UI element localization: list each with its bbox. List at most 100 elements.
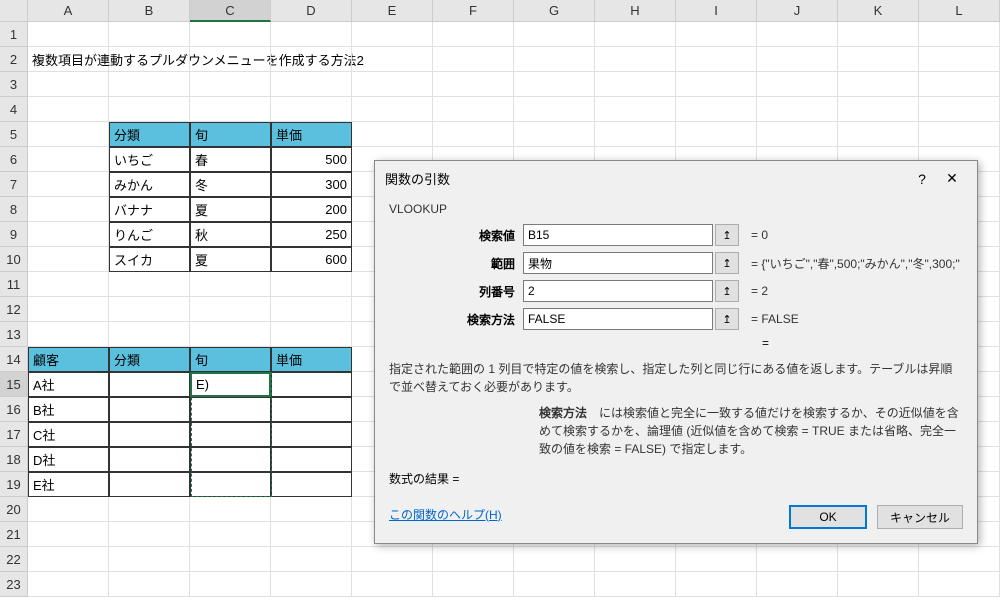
cell-C10[interactable]: 夏 xyxy=(190,247,271,272)
cell-C6[interactable]: 春 xyxy=(190,147,271,172)
column-header-A[interactable]: A xyxy=(28,0,109,22)
cell-K22[interactable] xyxy=(838,547,919,572)
ok-button[interactable]: OK xyxy=(789,505,867,529)
cell-C17[interactable] xyxy=(190,422,271,447)
cell-B4[interactable] xyxy=(109,97,190,122)
cell-L1[interactable] xyxy=(919,22,1000,47)
column-header-C[interactable]: C xyxy=(190,0,271,22)
cell-E23[interactable] xyxy=(352,572,433,597)
cell-L3[interactable] xyxy=(919,72,1000,97)
cell-J3[interactable] xyxy=(757,72,838,97)
row-header-1[interactable]: 1 xyxy=(0,22,28,47)
cell-A17[interactable]: C社 xyxy=(28,422,109,447)
row-header-4[interactable]: 4 xyxy=(0,97,28,122)
cell-J5[interactable] xyxy=(757,122,838,147)
cell-C5[interactable]: 旬 xyxy=(190,122,271,147)
cell-C11[interactable] xyxy=(190,272,271,297)
close-icon[interactable]: ✕ xyxy=(937,170,967,187)
cell-D3[interactable] xyxy=(271,72,352,97)
row-header-9[interactable]: 9 xyxy=(0,222,28,247)
cell-C8[interactable]: 夏 xyxy=(190,197,271,222)
cell-B2[interactable] xyxy=(109,47,190,72)
cell-C14[interactable]: 旬 xyxy=(190,347,271,372)
cell-D15[interactable] xyxy=(271,372,352,397)
cancel-button[interactable]: キャンセル xyxy=(877,505,963,529)
row-header-22[interactable]: 22 xyxy=(0,547,28,572)
cell-B6[interactable]: いちご xyxy=(109,147,190,172)
cell-L23[interactable] xyxy=(919,572,1000,597)
cell-E22[interactable] xyxy=(352,547,433,572)
cell-J4[interactable] xyxy=(757,97,838,122)
cell-C4[interactable] xyxy=(190,97,271,122)
cell-F2[interactable] xyxy=(433,47,514,72)
row-header-10[interactable]: 10 xyxy=(0,247,28,272)
row-header-2[interactable]: 2 xyxy=(0,47,28,72)
arg-input-2[interactable] xyxy=(523,280,713,302)
cell-H2[interactable] xyxy=(595,47,676,72)
cell-B8[interactable]: バナナ xyxy=(109,197,190,222)
cell-D17[interactable] xyxy=(271,422,352,447)
column-header-J[interactable]: J xyxy=(757,0,838,22)
cell-G23[interactable] xyxy=(514,572,595,597)
cell-B1[interactable] xyxy=(109,22,190,47)
row-header-19[interactable]: 19 xyxy=(0,472,28,497)
range-selector-icon[interactable]: ↥ xyxy=(715,308,739,330)
column-header-E[interactable]: E xyxy=(352,0,433,22)
cell-C1[interactable] xyxy=(190,22,271,47)
cell-B5[interactable]: 分類 xyxy=(109,122,190,147)
cell-A7[interactable] xyxy=(28,172,109,197)
cell-F4[interactable] xyxy=(433,97,514,122)
cell-A14[interactable]: 顧客 xyxy=(28,347,109,372)
cell-B16[interactable] xyxy=(109,397,190,422)
cell-D13[interactable] xyxy=(271,322,352,347)
cell-K5[interactable] xyxy=(838,122,919,147)
cell-C16[interactable] xyxy=(190,397,271,422)
cell-J2[interactable] xyxy=(757,47,838,72)
cell-A22[interactable] xyxy=(28,547,109,572)
cell-C18[interactable] xyxy=(190,447,271,472)
cell-J1[interactable] xyxy=(757,22,838,47)
cell-I5[interactable] xyxy=(676,122,757,147)
cell-F1[interactable] xyxy=(433,22,514,47)
row-header-3[interactable]: 3 xyxy=(0,72,28,97)
cell-K4[interactable] xyxy=(838,97,919,122)
row-header-20[interactable]: 20 xyxy=(0,497,28,522)
cell-D19[interactable] xyxy=(271,472,352,497)
range-selector-icon[interactable]: ↥ xyxy=(715,252,739,274)
cell-C19[interactable] xyxy=(190,472,271,497)
cell-B17[interactable] xyxy=(109,422,190,447)
cell-J23[interactable] xyxy=(757,572,838,597)
column-header-F[interactable]: F xyxy=(433,0,514,22)
column-header-K[interactable]: K xyxy=(838,0,919,22)
cell-G2[interactable] xyxy=(514,47,595,72)
cell-A3[interactable] xyxy=(28,72,109,97)
cell-F22[interactable] xyxy=(433,547,514,572)
cell-A13[interactable] xyxy=(28,322,109,347)
row-header-15[interactable]: 15 xyxy=(0,372,28,397)
cell-A4[interactable] xyxy=(28,97,109,122)
cell-B18[interactable] xyxy=(109,447,190,472)
cell-H22[interactable] xyxy=(595,547,676,572)
cell-H1[interactable] xyxy=(595,22,676,47)
cell-A11[interactable] xyxy=(28,272,109,297)
cell-C7[interactable]: 冬 xyxy=(190,172,271,197)
row-header-18[interactable]: 18 xyxy=(0,447,28,472)
cell-B19[interactable] xyxy=(109,472,190,497)
cell-C3[interactable] xyxy=(190,72,271,97)
cell-B7[interactable]: みかん xyxy=(109,172,190,197)
cell-C2[interactable] xyxy=(190,47,271,72)
cell-J22[interactable] xyxy=(757,547,838,572)
cell-D23[interactable] xyxy=(271,572,352,597)
cell-F3[interactable] xyxy=(433,72,514,97)
cell-B23[interactable] xyxy=(109,572,190,597)
cell-A23[interactable] xyxy=(28,572,109,597)
cell-F5[interactable] xyxy=(433,122,514,147)
cell-K3[interactable] xyxy=(838,72,919,97)
cell-L4[interactable] xyxy=(919,97,1000,122)
row-header-6[interactable]: 6 xyxy=(0,147,28,172)
cell-A20[interactable] xyxy=(28,497,109,522)
cell-D6[interactable]: 500 xyxy=(271,147,352,172)
cell-B13[interactable] xyxy=(109,322,190,347)
cell-D22[interactable] xyxy=(271,547,352,572)
cell-A16[interactable]: B社 xyxy=(28,397,109,422)
